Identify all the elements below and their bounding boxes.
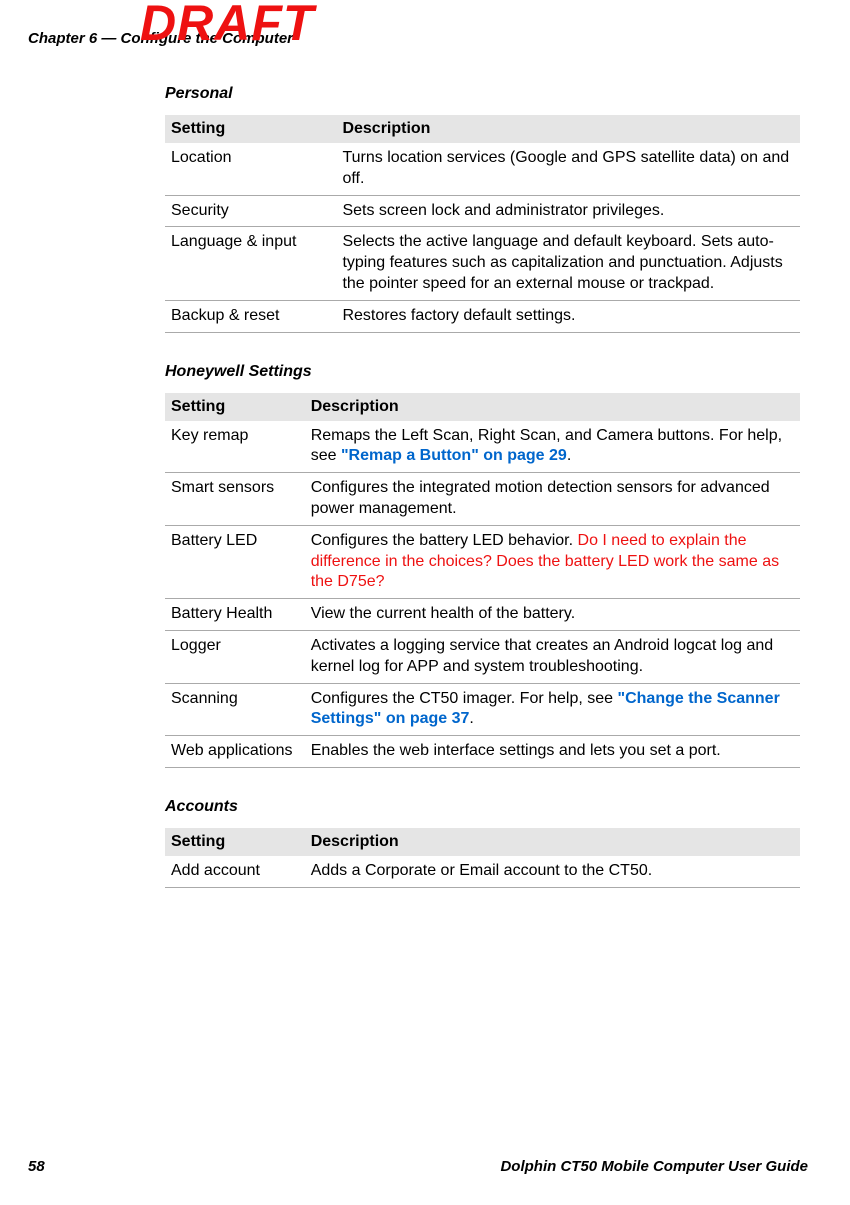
cell-description: Restores factory default settings.: [336, 300, 800, 332]
personal-table: Setting Description Location Turns locat…: [165, 115, 800, 333]
cell-setting: Smart sensors: [165, 473, 305, 526]
cell-description: Configures the integrated motion detecti…: [305, 473, 800, 526]
cell-description: Selects the active language and default …: [336, 227, 800, 300]
section-title-accounts: Accounts: [165, 798, 800, 816]
desc-pre: Configures the battery LED behavior.: [311, 532, 578, 549]
table-row: Key remap Remaps the Left Scan, Right Sc…: [165, 421, 800, 473]
cell-setting: Battery Health: [165, 599, 305, 631]
cell-description: Adds a Corporate or Email account to the…: [305, 856, 800, 887]
desc-pre: Configures the integrated motion detecti…: [311, 479, 770, 517]
guide-title: Dolphin CT50 Mobile Computer User Guide: [500, 1158, 808, 1175]
table-header-row: Setting Description: [165, 828, 800, 856]
table-row: Logger Activates a logging service that …: [165, 630, 800, 683]
accounts-table: Setting Description Add account Adds a C…: [165, 828, 800, 888]
cell-setting: Language & input: [165, 227, 336, 300]
cell-setting: Logger: [165, 630, 305, 683]
cell-setting: Add account: [165, 856, 305, 887]
cell-setting: Location: [165, 143, 336, 195]
th-description: Description: [305, 393, 800, 421]
cell-description: Turns location services (Google and GPS …: [336, 143, 800, 195]
page-content: Personal Setting Description Location Tu…: [165, 85, 800, 918]
th-description: Description: [305, 828, 800, 856]
cell-description: View the current health of the battery.: [305, 599, 800, 631]
table-row: Location Turns location services (Google…: [165, 143, 800, 195]
cell-setting: Security: [165, 195, 336, 227]
page-footer: 58 Dolphin CT50 Mobile Computer User Gui…: [28, 1158, 808, 1175]
table-header-row: Setting Description: [165, 115, 800, 143]
desc-pre: View the current health of the battery.: [311, 605, 575, 622]
cell-description: Activates a logging service that creates…: [305, 630, 800, 683]
table-row: Backup & reset Restores factory default …: [165, 300, 800, 332]
cell-setting: Key remap: [165, 421, 305, 473]
cell-description: Sets screen lock and administrator privi…: [336, 195, 800, 227]
table-row: Add account Adds a Corporate or Email ac…: [165, 856, 800, 887]
cell-setting: Battery LED: [165, 525, 305, 598]
table-row: Security Sets screen lock and administra…: [165, 195, 800, 227]
cell-setting: Scanning: [165, 683, 305, 736]
page-number: 58: [28, 1158, 45, 1175]
cross-ref-link[interactable]: "Remap a Button" on page 29: [341, 447, 567, 464]
cell-setting: Web applications: [165, 736, 305, 768]
cell-description: Enables the web interface settings and l…: [305, 736, 800, 768]
table-row: Web applications Enables the web interfa…: [165, 736, 800, 768]
desc-post: .: [469, 710, 473, 727]
th-setting: Setting: [165, 828, 305, 856]
th-setting: Setting: [165, 393, 305, 421]
desc-pre: Activates a logging service that creates…: [311, 637, 774, 675]
desc-post: .: [567, 447, 571, 464]
section-title-honeywell: Honeywell Settings: [165, 363, 800, 381]
cell-description: Remaps the Left Scan, Right Scan, and Ca…: [305, 421, 800, 473]
desc-pre: Enables the web interface settings and l…: [311, 742, 721, 759]
table-header-row: Setting Description: [165, 393, 800, 421]
cell-setting: Backup & reset: [165, 300, 336, 332]
table-row: Scanning Configures the CT50 imager. For…: [165, 683, 800, 736]
draft-watermark: DRAFT: [140, 0, 314, 52]
th-setting: Setting: [165, 115, 336, 143]
table-row: Battery LED Configures the battery LED b…: [165, 525, 800, 598]
table-row: Language & input Selects the active lang…: [165, 227, 800, 300]
desc-pre: Configures the CT50 imager. For help, se…: [311, 690, 618, 707]
th-description: Description: [336, 115, 800, 143]
table-row: Battery Health View the current health o…: [165, 599, 800, 631]
section-title-personal: Personal: [165, 85, 800, 103]
cell-description: Configures the CT50 imager. For help, se…: [305, 683, 800, 736]
honeywell-table: Setting Description Key remap Remaps the…: [165, 393, 800, 768]
table-row: Smart sensors Configures the integrated …: [165, 473, 800, 526]
cell-description: Configures the battery LED behavior. Do …: [305, 525, 800, 598]
